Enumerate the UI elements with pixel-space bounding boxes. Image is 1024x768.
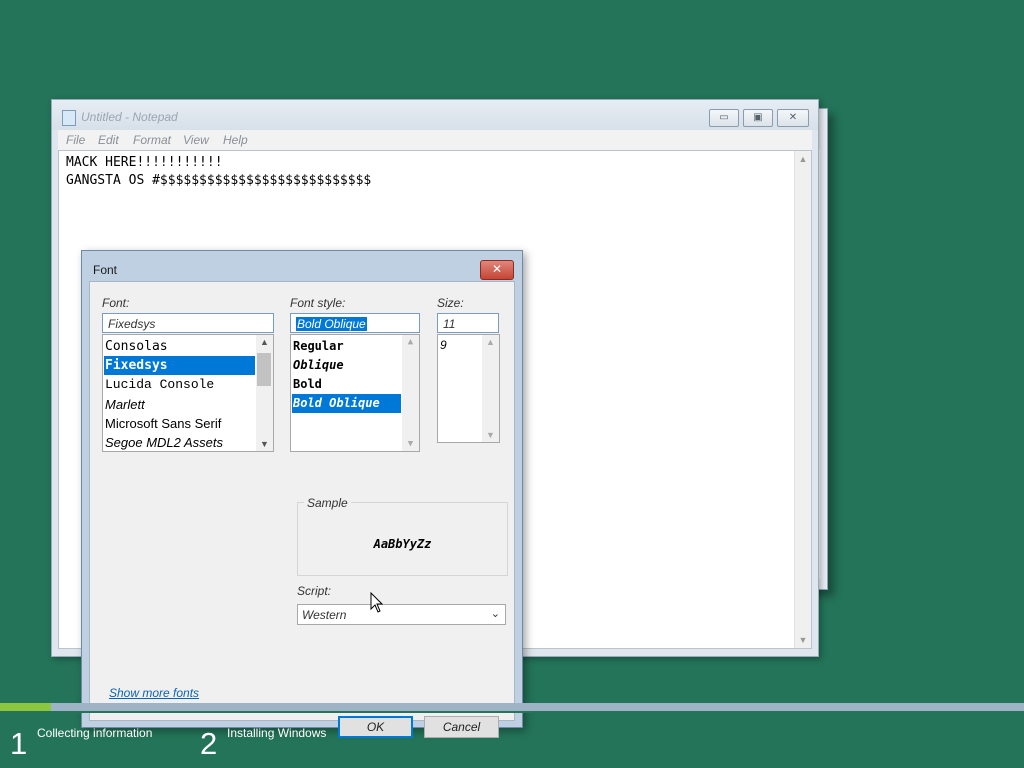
editor-content[interactable]: MACK HERE!!!!!!!!!!! GANGSTA OS #$$$$$$$$… bbox=[66, 154, 371, 190]
notepad-title-bar[interactable]: Untitled - Notepad ▭ ▣ ✕ bbox=[52, 100, 818, 130]
dialog-title: Font bbox=[93, 263, 118, 277]
menu-edit[interactable]: Edit bbox=[98, 133, 119, 147]
style-label: Font style: bbox=[290, 296, 346, 310]
close-icon: ✕ bbox=[788, 112, 798, 123]
scroll-up-icon[interactable]: ▲ bbox=[256, 337, 273, 347]
font-list-item[interactable]: Consolas bbox=[104, 337, 168, 356]
scroll-down-icon[interactable]: ▼ bbox=[402, 439, 419, 449]
show-more-fonts-link[interactable]: Show more fonts bbox=[109, 686, 199, 700]
sample-group: Sample AaBbYyZz bbox=[297, 496, 508, 576]
menu-view[interactable]: View bbox=[183, 133, 209, 147]
font-size-list[interactable]: 9 ▲ ▼ bbox=[437, 334, 500, 443]
editor-line: GANGSTA OS #$$$$$$$$$$$$$$$$$$$$$$$$$$$ bbox=[66, 173, 372, 188]
font-list-scrollbar[interactable]: ▲ ▼ bbox=[256, 335, 273, 451]
style-input-selection: Bold Oblique bbox=[296, 317, 367, 331]
font-style-list[interactable]: Regular Oblique Bold Bold Oblique ▲ ▼ bbox=[290, 334, 420, 452]
font-list-item[interactable]: Segoe MDL2 Assets bbox=[104, 433, 223, 451]
style-list-item-selected[interactable]: Bold Oblique bbox=[292, 394, 401, 413]
menu-bar: File Edit Format View Help bbox=[58, 130, 812, 150]
scroll-thumb[interactable] bbox=[257, 353, 271, 386]
mouse-pointer-icon bbox=[370, 592, 384, 613]
dialog-body: Font: Fixedsys Consolas Fixedsys Lucida … bbox=[89, 281, 515, 738]
step-label: Installing Windows bbox=[227, 726, 327, 740]
editor-line: MACK HERE!!!!!!!!!!! bbox=[66, 155, 223, 170]
close-icon: ✕ bbox=[491, 262, 503, 276]
scroll-up-icon[interactable]: ▲ bbox=[402, 337, 419, 347]
scroll-up-icon[interactable]: ▲ bbox=[795, 154, 811, 164]
font-label: Font: bbox=[102, 296, 130, 310]
menu-file[interactable]: File bbox=[66, 133, 85, 147]
style-list-item[interactable]: Regular bbox=[292, 337, 344, 356]
editor-scrollbar[interactable]: ▲ ▼ bbox=[794, 151, 811, 648]
font-style-input[interactable]: Bold Oblique bbox=[290, 313, 420, 333]
style-list-item[interactable]: Bold bbox=[292, 375, 322, 394]
maximize-icon: ▣ bbox=[753, 112, 763, 123]
font-name-input[interactable]: Fixedsys bbox=[102, 313, 274, 333]
maximize-button[interactable]: ▣ bbox=[743, 109, 773, 127]
chevron-down-icon: ⌄ bbox=[490, 608, 500, 620]
scroll-down-icon[interactable]: ▼ bbox=[482, 430, 499, 440]
close-button[interactable]: ✕ bbox=[777, 109, 809, 127]
step-label: Collecting information bbox=[37, 726, 153, 740]
dialog-close-button[interactable]: ✕ bbox=[480, 260, 514, 280]
font-list-item[interactable]: Marlett bbox=[104, 395, 145, 414]
step-number: 1 bbox=[10, 726, 28, 761]
notepad-title: Untitled - Notepad bbox=[81, 110, 178, 124]
font-list-item[interactable]: Lucida Console bbox=[104, 375, 214, 394]
font-list-item[interactable]: Microsoft Sans Serif bbox=[104, 414, 221, 433]
script-label: Script: bbox=[297, 584, 332, 598]
menu-format[interactable]: Format bbox=[133, 133, 171, 147]
minimize-icon: ▭ bbox=[719, 112, 729, 123]
size-list-item[interactable]: 9 bbox=[439, 336, 447, 355]
menu-help[interactable]: Help bbox=[223, 133, 248, 147]
scroll-down-icon[interactable]: ▼ bbox=[256, 439, 273, 449]
minimize-button[interactable]: ▭ bbox=[709, 109, 739, 127]
style-list-item[interactable]: Oblique bbox=[292, 356, 344, 375]
ok-button[interactable]: OK bbox=[338, 716, 413, 738]
font-list-item-selected[interactable]: Fixedsys bbox=[104, 356, 255, 375]
script-dropdown[interactable]: Western ⌄ bbox=[297, 604, 506, 625]
step-number: 2 bbox=[200, 726, 218, 761]
font-list[interactable]: Consolas Fixedsys Lucida Console Marlett… bbox=[102, 334, 274, 452]
font-dialog: Font ✕ Font: Fixedsys Consolas Fixedsys … bbox=[81, 250, 523, 738]
notepad-app-icon bbox=[62, 110, 76, 126]
font-size-input[interactable]: 11 bbox=[437, 313, 499, 333]
scroll-down-icon[interactable]: ▼ bbox=[795, 635, 811, 645]
scroll-up-icon[interactable]: ▲ bbox=[482, 337, 499, 347]
size-label: Size: bbox=[437, 296, 464, 310]
sample-label: Sample bbox=[304, 496, 351, 510]
sample-preview: AaBbYyZz bbox=[373, 537, 432, 551]
style-list-scrollbar[interactable]: ▲ ▼ bbox=[402, 335, 419, 451]
script-value: Western bbox=[302, 608, 347, 622]
size-list-scrollbar[interactable]: ▲ ▼ bbox=[482, 335, 499, 442]
cancel-button[interactable]: Cancel bbox=[424, 716, 499, 738]
